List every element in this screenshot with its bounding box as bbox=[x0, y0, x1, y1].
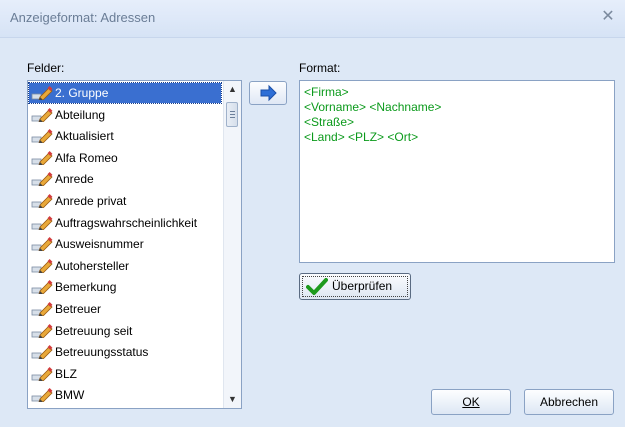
field-label: Betreuungsstatus bbox=[55, 345, 149, 360]
arrow-right-icon bbox=[260, 84, 277, 102]
format-line: <Land> <PLZ> <Ort> bbox=[304, 130, 419, 144]
field-label: Anrede privat bbox=[55, 194, 127, 208]
field-edit-icon bbox=[31, 258, 53, 274]
field-list-item[interactable]: Anrede privat bbox=[29, 191, 221, 211]
field-list-item[interactable]: BMW bbox=[29, 385, 221, 405]
field-label: Auftragswahrscheinlichkeit bbox=[55, 215, 198, 230]
scroll-thumb[interactable] bbox=[226, 102, 238, 127]
field-label: 2. Gruppe bbox=[55, 86, 109, 100]
field-label: Anrede bbox=[55, 172, 94, 187]
field-list-item[interactable]: Aktualisiert bbox=[29, 126, 221, 146]
field-list-item[interactable]: Auftragswahrscheinlichkeit bbox=[29, 213, 221, 233]
field-edit-icon bbox=[31, 280, 53, 295]
field-list-item[interactable]: Anrede bbox=[29, 169, 221, 189]
field-list-item[interactable]: Autohersteller bbox=[29, 256, 221, 276]
field-edit-icon bbox=[31, 323, 53, 338]
field-label: Abteilung bbox=[55, 107, 106, 122]
window-title: Anzeigeformat: Adressen bbox=[10, 10, 156, 25]
close-icon[interactable]: ✕ bbox=[599, 8, 617, 26]
scroll-up-icon[interactable]: ▲ bbox=[224, 81, 241, 98]
fields-list: 2. Gruppe Abteilung Aktualisiert Alfa Romeo… bbox=[28, 81, 224, 408]
format-editor[interactable]: <Firma> <Vorname> <Nachname> <Straße> <L… bbox=[299, 80, 615, 263]
field-list-item[interactable]: Ausweisnummer bbox=[29, 234, 221, 254]
ok-button[interactable]: OK bbox=[431, 389, 511, 415]
format-line: <Vorname> <Nachname> bbox=[304, 100, 442, 114]
field-edit-icon bbox=[31, 237, 53, 252]
cancel-button[interactable]: Abbrechen bbox=[524, 389, 614, 415]
field-edit-icon bbox=[31, 107, 53, 122]
field-edit-icon bbox=[31, 86, 53, 101]
field-list-item[interactable]: Betreuung seit bbox=[29, 321, 221, 341]
add-field-button[interactable] bbox=[249, 81, 287, 105]
field-label: Betreuer bbox=[55, 302, 102, 316]
field-list-item[interactable]: Bemerkung bbox=[29, 277, 221, 297]
format-label: Format: bbox=[299, 61, 341, 75]
field-label: BLZ bbox=[55, 366, 78, 381]
check-format-label: Überprüfen bbox=[332, 279, 393, 293]
field-list-item[interactable]: Abteilung bbox=[29, 105, 221, 125]
field-label: Aktualisiert bbox=[55, 129, 114, 144]
check-format-button[interactable]: Überprüfen bbox=[299, 273, 411, 300]
field-edit-icon bbox=[31, 129, 53, 144]
field-edit-icon bbox=[31, 194, 53, 209]
field-label: Ausweisnummer bbox=[55, 237, 144, 252]
format-line: <Firma> bbox=[304, 85, 349, 99]
field-list-item[interactable]: 2. Gruppe bbox=[28, 82, 222, 104]
field-label: Betreuung seit bbox=[55, 323, 133, 338]
field-list-item[interactable]: Alfa Romeo bbox=[29, 148, 221, 168]
field-label: BMW bbox=[55, 388, 85, 403]
field-list-item[interactable]: BLZ bbox=[29, 364, 221, 384]
display-format-dialog: Anzeigeformat: Adressen ✕ Felder: Format… bbox=[0, 0, 625, 427]
field-label: Autohersteller bbox=[55, 258, 130, 273]
field-edit-icon bbox=[31, 302, 53, 317]
field-edit-icon bbox=[31, 150, 53, 166]
field-edit-icon bbox=[31, 366, 53, 382]
field-edit-icon bbox=[31, 172, 53, 187]
field-list-item[interactable]: Betreuer bbox=[29, 299, 221, 319]
field-label: Bemerkung bbox=[55, 280, 117, 295]
field-edit-icon bbox=[31, 215, 53, 230]
scroll-down-icon[interactable]: ▼ bbox=[224, 391, 241, 408]
fields-scrollbar[interactable]: ▲ ▼ bbox=[223, 81, 241, 408]
format-line: <Straße> bbox=[304, 115, 355, 129]
field-edit-icon bbox=[31, 345, 53, 360]
field-label: Alfa Romeo bbox=[55, 150, 118, 165]
field-edit-icon bbox=[31, 388, 53, 403]
fields-label: Felder: bbox=[27, 61, 65, 75]
fields-listbox[interactable]: 2. Gruppe Abteilung Aktualisiert Alfa Romeo… bbox=[27, 80, 242, 409]
field-list-item[interactable]: Betreuungsstatus bbox=[29, 342, 221, 362]
checkmark-icon bbox=[306, 278, 328, 295]
title-bar: Anzeigeformat: Adressen ✕ bbox=[0, 0, 625, 38]
